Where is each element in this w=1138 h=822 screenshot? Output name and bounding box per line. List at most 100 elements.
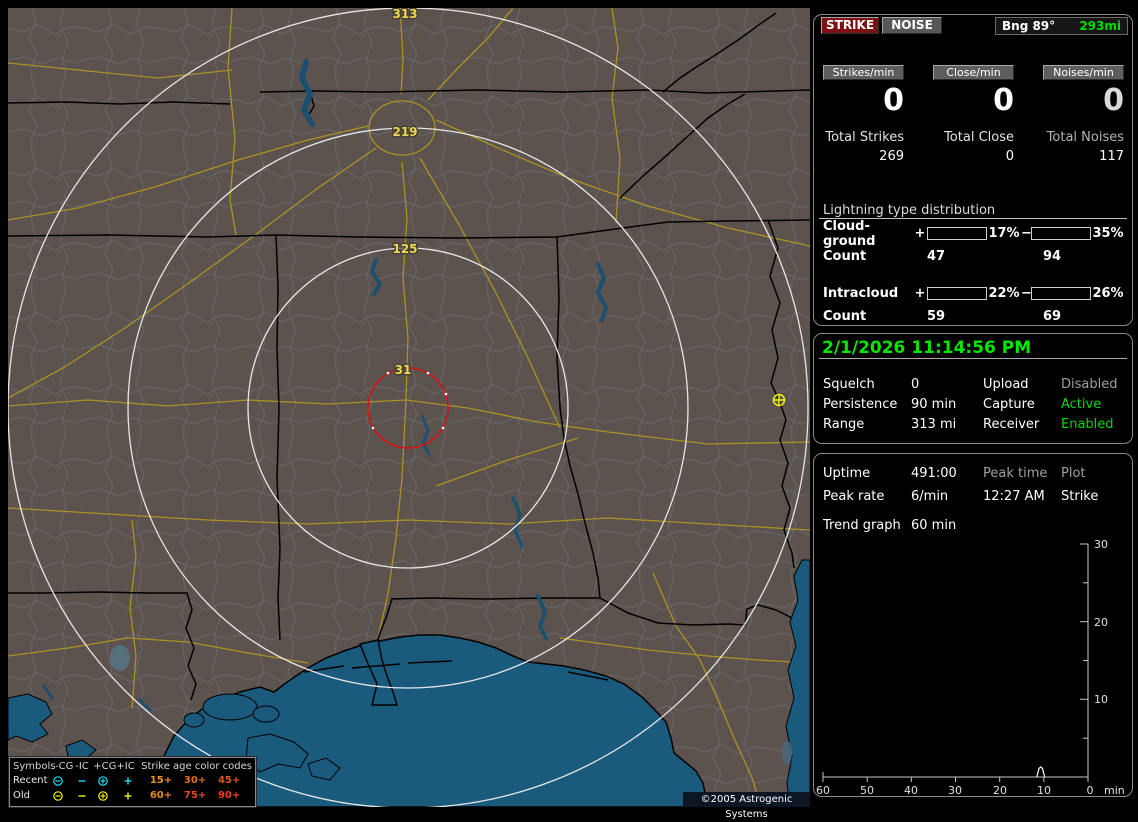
total-close-value: 0 <box>1005 149 1014 164</box>
persistence-value: 90 min <box>911 397 957 412</box>
persistence-label: Persistence <box>823 397 898 412</box>
close-per-min-button[interactable]: Close/min <box>933 65 1014 80</box>
distribution-title: Lightning type distribution <box>823 203 996 218</box>
range-value: 313 mi <box>911 417 957 432</box>
legend-age-45: 45+ <box>217 775 241 786</box>
cg-pos-pct: 17% <box>988 226 1020 241</box>
legend-age-30: 30+ <box>183 775 207 786</box>
ytick-10: 10 <box>1094 693 1108 706</box>
legend-row-label-recent: Recent <box>13 775 48 786</box>
plus-icon <box>121 775 135 787</box>
cg-pos-bar <box>927 227 987 240</box>
datetime-display: 2/1/2026 11:14:56 PM <box>822 338 1032 358</box>
status-divider <box>819 358 1127 359</box>
map[interactable]: 313 219 125 31 <box>7 6 811 809</box>
trend-graph[interactable]: 30 20 10 60 50 40 30 20 10 0 min <box>814 539 1132 796</box>
total-noises-label: Total Noises <box>1046 130 1124 145</box>
ic-neg-count: 69 <box>1043 309 1062 324</box>
peak-time-label: Peak time <box>983 466 1048 481</box>
ytick-30: 30 <box>1094 539 1108 551</box>
xtick-60: 60 <box>816 784 830 796</box>
legend-age-title: Strike age color codes <box>141 760 252 772</box>
plus-icon <box>121 790 135 802</box>
cg-pos-count: 47 <box>927 249 946 264</box>
strikes-per-min-button[interactable]: Strikes/min <box>823 65 904 80</box>
minus-icon <box>75 790 89 802</box>
total-strikes-value: 269 <box>879 149 904 164</box>
plot-value: Strike <box>1061 489 1099 504</box>
status-panel: 2/1/2026 11:14:56 PM Squelch 0 Upload Di… <box>813 333 1133 444</box>
strike-symbol-old-pos-cg <box>772 393 786 407</box>
map-container: 313 219 125 31 Symbols -CG -IC +CG +IC S… <box>7 6 811 820</box>
bearing-distance: 293mi <box>1079 19 1121 33</box>
bearing-label: Bng 89° <box>1002 19 1056 33</box>
legend-col-pos-ic: +IC <box>116 760 135 772</box>
upload-status: Disabled <box>1061 377 1118 392</box>
noises-per-min-value: 0 <box>1103 83 1124 118</box>
xtick-30: 30 <box>948 784 962 796</box>
ring-label-313: 313 <box>392 8 417 21</box>
plot-label: Plot <box>1061 466 1086 481</box>
trend-series <box>1036 766 1046 778</box>
minus-sign: − <box>1021 286 1032 301</box>
peak-time-value: 12:27 AM <box>983 489 1045 504</box>
xtick-20: 20 <box>993 784 1007 796</box>
uptime-value: 491:00 <box>911 466 957 481</box>
cg-neg-bar <box>1031 227 1091 240</box>
legend-col-pos-cg: +CG <box>93 760 117 772</box>
close-per-min-value: 0 <box>993 83 1014 118</box>
ic-neg-bar <box>1031 287 1091 300</box>
copyright-bar: ©2005 Astrogenic Systems <box>683 792 810 820</box>
legend-row-label-old: Old <box>13 790 30 801</box>
map-lake <box>110 645 130 671</box>
bearing-indicator: Bng 89° 293mi <box>995 17 1128 35</box>
strike-counts-panel: STRIKE NOISE Bng 89° 293mi Strikes/min C… <box>813 14 1133 326</box>
cloud-ground-label: Cloud-ground <box>823 218 876 249</box>
noise-mode-button[interactable]: NOISE <box>882 17 942 34</box>
circle-plus-icon <box>96 775 110 787</box>
app-window: 313 219 125 31 Symbols -CG -IC +CG +IC S… <box>0 0 1138 820</box>
cloud-ground-row: Cloud-ground + 17% − 35% <box>823 219 1127 249</box>
peak-rate-value: 6/min <box>911 489 949 504</box>
ring-label-219: 219 <box>392 125 417 139</box>
ic-pos-count: 59 <box>927 309 946 324</box>
legend-age-75: 75+ <box>183 790 207 801</box>
strike-mode-button[interactable]: STRIKE <box>821 17 879 34</box>
xtick-50: 50 <box>860 784 874 796</box>
x-unit-label: min <box>1104 784 1125 796</box>
ic-neg-pct: 26% <box>1092 286 1124 301</box>
cg-neg-count: 94 <box>1043 249 1062 264</box>
intracloud-row: Intracloud + 22% − 26% <box>823 286 1127 301</box>
cg-neg-pct: 35% <box>1092 226 1124 241</box>
squelch-value: 0 <box>911 377 920 392</box>
legend-age-15: 15+ <box>149 775 173 786</box>
legend-age-90: 90+ <box>217 790 241 801</box>
trend-panel: Uptime 491:00 Peak time Plot Peak rate 6… <box>813 453 1133 797</box>
total-noises-value: 117 <box>1099 149 1124 164</box>
xtick-10: 10 <box>1037 784 1051 796</box>
total-close-label: Total Close <box>944 130 1014 145</box>
minus-sign: − <box>1021 226 1032 241</box>
legend-age-60: 60+ <box>149 790 173 801</box>
ic-count-label: Count <box>823 309 867 324</box>
peak-rate-label: Peak rate <box>823 489 885 504</box>
total-strikes-label: Total Strikes <box>825 130 904 145</box>
trend-graph-window: 60 min <box>911 518 957 533</box>
ring-label-31: 31 <box>395 363 412 377</box>
map-legend: Symbols -CG -IC +CG +IC Strike age color… <box>9 757 256 807</box>
strikes-per-min-value: 0 <box>883 83 904 118</box>
squelch-label: Squelch <box>823 377 875 392</box>
circle-minus-icon <box>51 775 65 787</box>
intracloud-label: Intracloud <box>823 286 899 301</box>
capture-status: Active <box>1061 397 1102 412</box>
legend-col-neg-ic: -IC <box>75 760 89 772</box>
ic-pos-pct: 22% <box>988 286 1020 301</box>
range-label: Range <box>823 417 865 432</box>
receiver-label: Receiver <box>983 417 1040 432</box>
receiver-status: Enabled <box>1061 417 1114 432</box>
noises-per-min-button[interactable]: Noises/min <box>1043 65 1124 80</box>
ytick-20: 20 <box>1094 616 1108 629</box>
xtick-0: 0 <box>1087 784 1094 796</box>
ic-pos-bar <box>927 287 987 300</box>
legend-symbols-header: Symbols <box>13 760 56 772</box>
